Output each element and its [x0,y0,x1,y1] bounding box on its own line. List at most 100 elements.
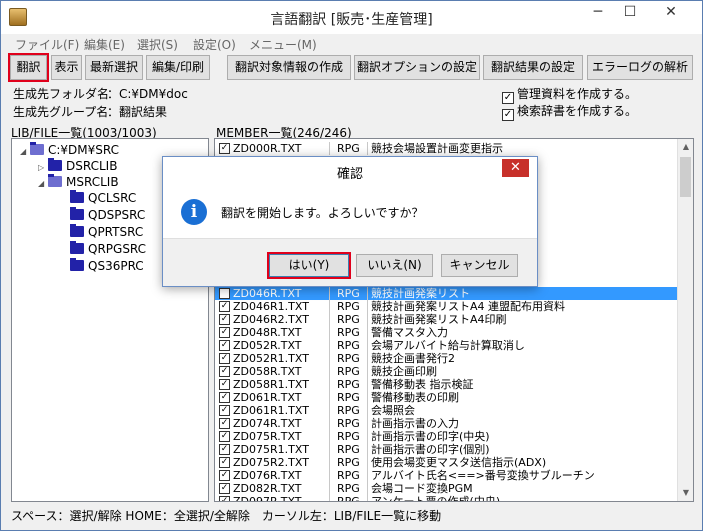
create-dict-label: 検索辞書を作成する。 [517,104,638,118]
group-value: ：翻訳結果 [107,105,168,119]
member-row[interactable]: ✓ ZD046R.TXT RPG 競技計画発案リスト [215,287,678,300]
column-separator [367,443,368,456]
column-separator [329,365,330,378]
folder-icon [70,258,84,271]
menu-edit[interactable]: 編集(E) [84,36,125,53]
member-checkbox[interactable]: ✓ [219,314,230,325]
member-type: RPG [337,326,360,339]
member-row[interactable]: ✓ ZD058R1.TXT RPG 警備移動表 指示検証 [215,378,678,391]
member-row[interactable]: ✓ ZD058R.TXT RPG 競技企画印刷 [215,365,678,378]
member-row[interactable]: ✓ ZD075R.TXT RPG 計画指示書の印字(中央) [215,430,678,443]
menu-select[interactable]: 選択(S) [137,36,178,53]
dialog-close-button[interactable]: ✕ [502,159,529,177]
column-separator [329,287,330,300]
menu-settings[interactable]: 設定(O) [193,36,236,53]
member-row[interactable]: ✓ ZD052R1.TXT RPG 競技企画書発行2 [215,352,678,365]
menu-file[interactable]: ファイル(F) [15,36,79,53]
member-checkbox[interactable]: ✓ [219,483,230,494]
column-separator [329,391,330,404]
tree-node-label: C:¥DM¥SRC [48,143,120,157]
scroll-down-icon[interactable]: ▼ [678,485,693,501]
minimize-button[interactable]: ─ [583,2,613,24]
create-dict-checkbox[interactable]: ✓ 検索辞書を作成する。 [502,102,637,121]
member-checkbox[interactable]: ✓ [219,353,230,364]
dialog-message: 翻訳を開始します。よろしいですか？ [221,206,424,220]
member-row[interactable]: ✓ ZD052R.TXT RPG 会場アルバイト給与計算取消し [215,339,678,352]
member-row[interactable]: ✓ ZD076R.TXT RPG アルバイト氏名<==>番号変換サブルーチン [215,469,678,482]
member-checkbox[interactable]: ✓ [219,288,230,299]
member-row[interactable]: ✓ ZD097R.TXT RPG アンケート票の作成(中央) [215,495,678,502]
member-row[interactable]: ✓ ZD048R.TXT RPG 警備マスタ入力 [215,326,678,339]
member-type: RPG [337,456,360,469]
tree-node-qrpgsrc[interactable]: QRPGSRC [70,241,146,257]
edit-print-button[interactable]: 編集/印刷 [146,55,210,80]
chevron-down-icon[interactable]: ◢ [20,144,30,160]
member-checkbox[interactable]: ✓ [219,405,230,416]
error-log-analysis-button[interactable]: エラーログの解析 [587,55,693,80]
column-separator [329,404,330,417]
column-separator [329,417,330,430]
member-checkbox[interactable]: ✓ [219,444,230,455]
member-row[interactable]: ✓ ZD074R.TXT RPG 計画指示書の入力 [215,417,678,430]
cancel-button[interactable]: キャンセル [441,254,518,277]
vertical-scrollbar[interactable]: ▲ ▼ [677,139,693,501]
no-button[interactable]: いいえ(N) [356,254,433,277]
member-checkbox[interactable]: ✓ [219,379,230,390]
option-settings-button[interactable]: 翻訳オプションの設定 [354,55,480,80]
scroll-up-icon[interactable]: ▲ [678,139,693,155]
chevron-down-icon[interactable]: ◢ [38,176,48,192]
member-row[interactable]: ✓ ZD000R.TXT RPG 競技会場設置計画変更指示 [215,142,678,155]
member-type: RPG [337,495,360,502]
member-row[interactable]: ✓ ZD075R2.TXT RPG 使用会場変更マスタ送信指示(ADX) [215,456,678,469]
tree-node-qs36prc[interactable]: QS36PRC [70,258,144,274]
member-row[interactable]: ✓ ZD082R.TXT RPG 会場コード変換PGM [215,482,678,495]
column-separator [367,482,368,495]
member-name: ZD000R.TXT [233,142,302,155]
create-target-info-button[interactable]: 翻訳対象情報の作成 [227,55,351,80]
result-settings-button[interactable]: 翻訳結果の設定 [483,55,583,80]
member-row[interactable]: ✓ ZD075R1.TXT RPG 計画指示書の印字(個別) [215,443,678,456]
member-row[interactable]: ✓ ZD061R1.TXT RPG 会場照会 [215,404,678,417]
show-button[interactable]: 表示 [51,55,82,80]
column-separator [367,365,368,378]
create-docs-label: 管理資料を作成する。 [517,87,638,101]
tree-node-qdspsrc[interactable]: QDSPSRC [70,207,145,223]
member-row[interactable]: ✓ ZD061R.TXT RPG 警備移動表の印刷 [215,391,678,404]
member-description: 計画指示書の印字(個別) [371,443,490,456]
member-checkbox[interactable]: ✓ [219,366,230,377]
member-checkbox[interactable]: ✓ [219,340,230,351]
member-checkbox[interactable]: ✓ [219,470,230,481]
tree-node-qprtsrc[interactable]: QPRTSRC [70,224,143,240]
tree-node-qclsrc[interactable]: QCLSRC [70,190,136,206]
column-separator [367,313,368,326]
column-separator [329,313,330,326]
member-checkbox[interactable]: ✓ [219,496,230,501]
member-description: 競技計画発案リスト [371,287,470,300]
menu-menu[interactable]: メニュー(M) [249,36,317,53]
maximize-button[interactable]: ☐ [615,2,645,24]
member-description: 会場コード変換PGM [371,482,473,495]
member-checkbox[interactable]: ✓ [219,327,230,338]
yes-button[interactable]: はい(Y) [267,252,351,279]
member-checkbox[interactable]: ✓ [219,431,230,442]
folder-label: 生成先フォルダ名 [13,87,110,101]
member-checkbox[interactable]: ✓ [219,457,230,468]
tree-node-label: QS36PRC [88,259,144,273]
latest-select-button[interactable]: 最新選択 [85,55,143,80]
scroll-thumb[interactable] [680,157,691,197]
folder-icon [70,241,84,254]
close-button[interactable]: ✕ [649,2,693,24]
column-separator [329,378,330,391]
member-checkbox[interactable]: ✓ [219,301,230,312]
member-checkbox[interactable]: ✓ [219,143,230,154]
member-row[interactable]: ✓ ZD046R1.TXT RPG 競技計画発案リストA4 連盟配布用資料 [215,300,678,313]
member-description: 会場照会 [371,404,415,417]
tree-node-dsrclib[interactable]: ▷ DSRCLIB [38,158,117,174]
member-row[interactable]: ✓ ZD046R2.TXT RPG 競技計画発案リストA4印刷 [215,313,678,326]
translate-button[interactable]: 翻訳 [8,53,49,82]
member-name: ZD046R2.TXT [233,313,309,326]
tree-node-root[interactable]: ◢ C:¥DM¥SRC [20,142,119,158]
member-checkbox[interactable]: ✓ [219,418,230,429]
tree-node-msrclib[interactable]: ◢ MSRCLIB [38,174,119,190]
member-checkbox[interactable]: ✓ [219,392,230,403]
